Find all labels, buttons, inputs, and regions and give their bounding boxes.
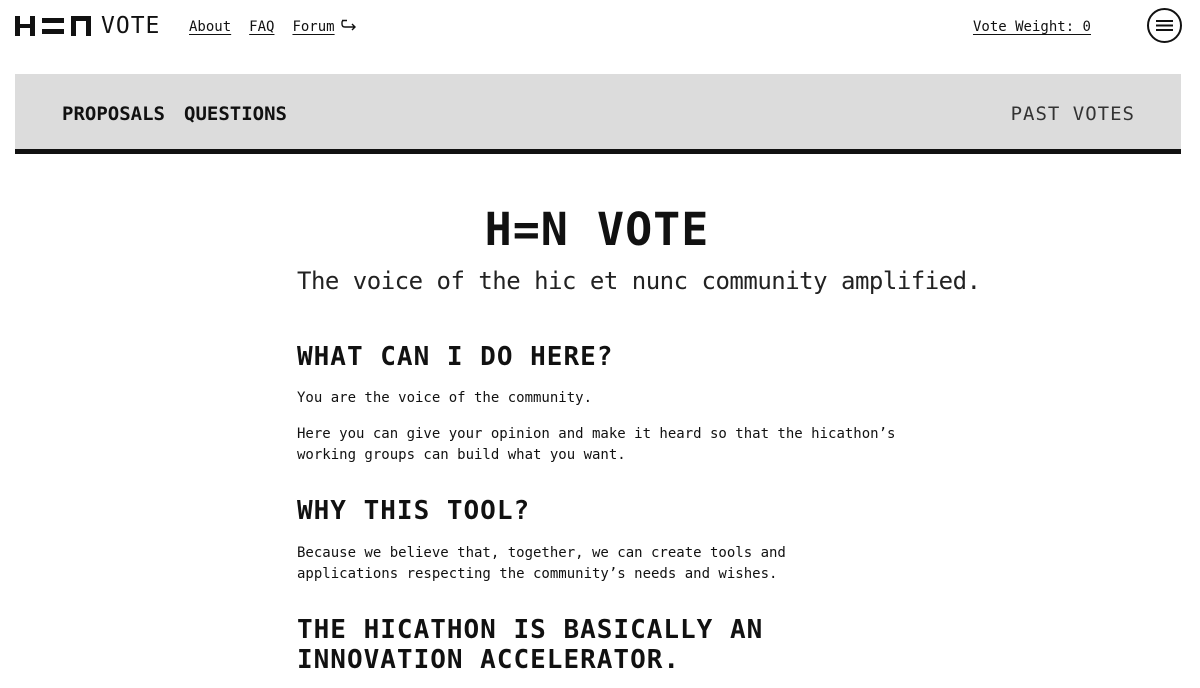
- section-paragraph: Here you can give your opinion and make …: [297, 426, 896, 463]
- page-title: H=N VOTE: [484, 203, 710, 256]
- tab-proposals[interactable]: PROPOSALS: [62, 102, 165, 126]
- site-header: VOTE About FAQ Forum Vote Weight: 0: [0, 0, 1200, 54]
- menu-button[interactable]: [1147, 8, 1182, 43]
- nav-link-about[interactable]: About: [189, 17, 231, 37]
- tab-questions[interactable]: QUESTIONS: [184, 102, 287, 126]
- section-heading-why: WHY THIS TOOL?: [297, 496, 531, 526]
- main-content: H=N VOTE The voice of the hic et nunc co…: [297, 200, 981, 675]
- logo-text: VOTE: [101, 13, 161, 39]
- top-nav: About FAQ Forum: [189, 17, 357, 37]
- nav-link-forum[interactable]: Forum: [292, 17, 356, 37]
- tab-past-votes[interactable]: PAST VOTES: [1011, 102, 1135, 126]
- hamburger-menu-icon: [1156, 20, 1173, 31]
- external-link-icon: [340, 17, 357, 37]
- section-paragraph: You are the voice of the community.: [297, 390, 593, 406]
- section-heading-what: WHAT CAN I DO HERE?: [297, 342, 614, 372]
- nav-link-faq[interactable]: FAQ: [249, 17, 274, 37]
- site-logo[interactable]: VOTE: [15, 14, 160, 38]
- hen-logo-icon: [15, 16, 91, 36]
- section-paragraph: Because we believe that, together, we ca…: [297, 545, 786, 582]
- tab-bar: PROPOSALS QUESTIONS PAST VOTES: [15, 74, 1181, 154]
- vote-weight[interactable]: Vote Weight: 0: [973, 17, 1091, 37]
- page-subtitle: The voice of the hic et nunc community a…: [297, 267, 981, 295]
- section-heading-hicathon: THE HICATHON IS BASICALLY AN INNOVATION …: [297, 615, 764, 675]
- nav-link-forum-label: Forum: [292, 19, 335, 35]
